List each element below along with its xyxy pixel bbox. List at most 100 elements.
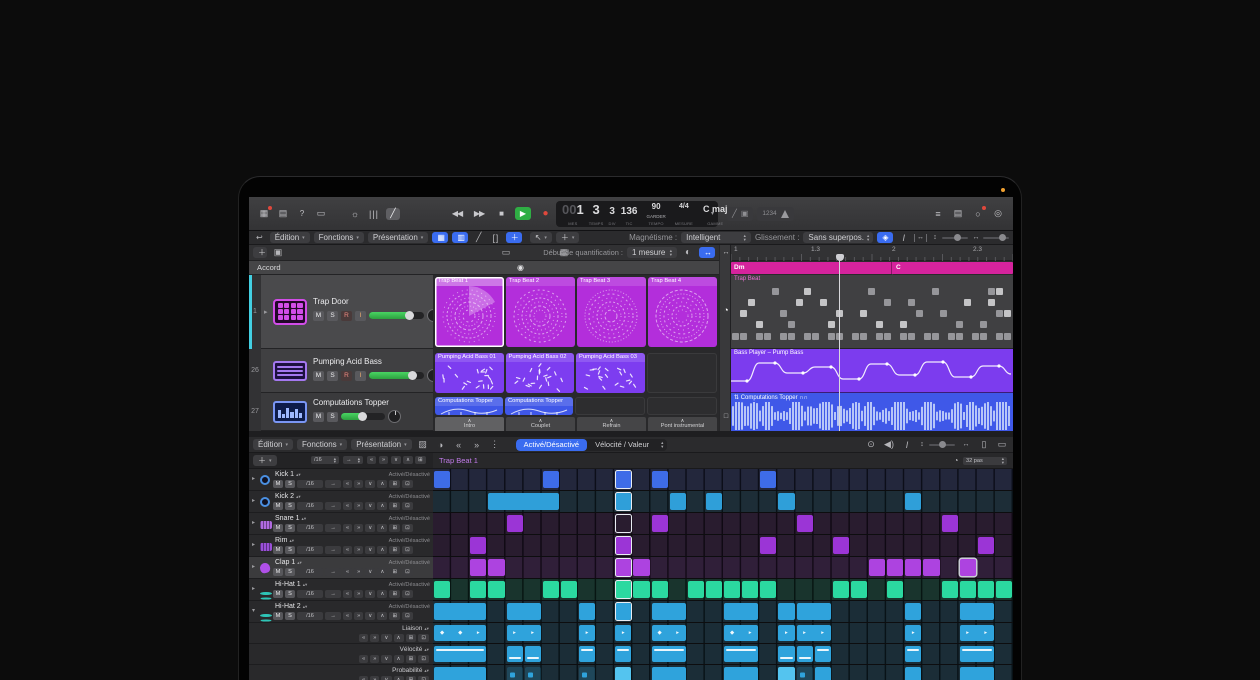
seq-track-header-kick-1[interactable]: ▸Kick 1▴▾Activé/DésactivéMS/16→«»∨∧⊞⊡ (249, 469, 433, 491)
row-division-select[interactable]: /16 (297, 590, 323, 598)
solo-button[interactable]: S (327, 371, 338, 381)
solo-button[interactable]: S (285, 524, 295, 532)
step-cell[interactable] (724, 603, 758, 620)
row-random-button[interactable]: ⊞ (389, 568, 400, 576)
step-cell[interactable] (815, 646, 831, 662)
volume-slider[interactable] (341, 413, 385, 420)
pencil-icon[interactable]: ╱ (472, 232, 485, 243)
row-playmode-select[interactable]: → (325, 524, 341, 532)
seq-track-header-snare-1[interactable]: ▸Snare 1▴▾Activé/DésactivéMS/16→«»∨∧⊞⊡ (249, 513, 433, 535)
link-icon[interactable]: ▯ (977, 439, 991, 450)
step-cell[interactable] (706, 493, 722, 510)
vertical-zoom-slider[interactable]: ↕ (931, 232, 968, 243)
chevron-icon[interactable]: ▴▾ (303, 604, 308, 609)
step-cell[interactable] (851, 581, 867, 598)
random-button[interactable]: ⊞ (415, 456, 426, 464)
playhead[interactable] (839, 254, 840, 431)
loops-view-button[interactable]: ▥ (452, 232, 468, 243)
secondary-tool-menu[interactable]: ＋▾ (556, 232, 580, 243)
bar-ruler[interactable]: 1 1.3 2 2.3 (731, 245, 1013, 261)
row-playmode-select[interactable]: → (325, 590, 341, 598)
row-increment-button[interactable]: ∧ (377, 480, 387, 488)
chevron-down-icon[interactable]: ▾ (711, 210, 714, 217)
step-cell[interactable] (615, 646, 631, 662)
step-cell[interactable] (561, 581, 577, 598)
step-cell[interactable] (797, 603, 831, 620)
loop-cell[interactable]: Pumping Acid Bass 01 (435, 353, 504, 393)
track-header-trap-door[interactable]: ▸ Trap Door M S R I (261, 275, 433, 349)
step-cell[interactable] (778, 667, 794, 680)
row-increment-button[interactable]: ∧ (377, 568, 387, 576)
lane-rotate-right-button[interactable]: » (370, 655, 379, 663)
lane-increment-button[interactable]: ∧ (394, 676, 404, 680)
step-cell[interactable] (905, 603, 921, 620)
row-division-select[interactable]: /16 (297, 612, 323, 620)
row-rotate-left-button[interactable]: « (343, 502, 352, 510)
empty-cell-slot[interactable] (575, 397, 645, 415)
division-select[interactable]: /16▴▾ (311, 456, 339, 464)
row-clear-button[interactable]: ⊡ (402, 524, 413, 532)
step-cell[interactable] (434, 667, 486, 680)
mute-button[interactable]: M (273, 524, 283, 532)
mute-button[interactable]: M (273, 590, 283, 598)
lane-increment-button[interactable]: ∧ (394, 634, 404, 642)
scene-trigger[interactable]: ∧Intro (435, 417, 504, 431)
step-cell[interactable] (996, 581, 1012, 598)
rotate-left-icon[interactable]: « (452, 439, 466, 450)
lcd-display[interactable]: 001 MES 3 TEMPS 3 DIV 136 TIC 90 GARDE (556, 201, 718, 227)
row-random-button[interactable]: ⊞ (389, 524, 400, 532)
loop-cell[interactable]: Computations Topper (505, 397, 573, 415)
marquee-icon[interactable]: [ ] (489, 232, 502, 243)
duplicate-icon[interactable]: ▣ (271, 247, 285, 258)
step-cell[interactable] (960, 581, 976, 598)
lane-random-button[interactable]: ⊞ (406, 634, 417, 642)
step-cell[interactable] (760, 537, 776, 554)
mode-on-off-tab[interactable]: Activé/Désactivé (516, 439, 587, 451)
mute-button[interactable]: M (273, 612, 283, 620)
step-cell[interactable] (942, 515, 958, 532)
row-random-button[interactable]: ⊞ (389, 590, 400, 598)
row-rotate-left-button[interactable]: « (343, 612, 352, 620)
step-cell[interactable] (507, 515, 523, 532)
quick-help-display-icon[interactable]: ▦ (257, 208, 271, 220)
step-cell[interactable] (470, 559, 486, 576)
record-enable-button[interactable]: R (341, 371, 352, 381)
row-random-button[interactable]: ⊞ (389, 502, 400, 510)
step-cell[interactable] (887, 559, 903, 576)
row-rotate-right-button[interactable]: » (354, 568, 363, 576)
record-enable-button[interactable]: R (341, 311, 352, 321)
row-increment-button[interactable]: ∧ (377, 612, 387, 620)
step-cell[interactable] (905, 667, 921, 680)
forward-button[interactable]: ▶▶ (471, 207, 487, 220)
step-cell[interactable] (470, 581, 486, 598)
pointer-tool-menu[interactable]: ↖▾ (530, 232, 552, 243)
stop-button[interactable]: ■ (493, 207, 509, 220)
row-playmode-select[interactable]: → (325, 502, 341, 510)
row-rotate-left-button[interactable]: « (343, 546, 352, 554)
seq-edit-menu[interactable]: Édition▾ (253, 439, 293, 450)
loop-cell[interactable]: Computations Topper (435, 397, 503, 415)
scene-trigger[interactable]: ∧Pont instrumental (648, 417, 717, 431)
region-computations-topper[interactable]: ⇅ Computations Topper ∩∩ (731, 393, 1013, 431)
step-cell[interactable] (815, 667, 831, 680)
chevron-icon[interactable]: ▴▾ (296, 472, 301, 477)
step-cell[interactable] (833, 581, 849, 598)
solo-button[interactable]: S (327, 311, 338, 321)
row-random-button[interactable]: ⊞ (389, 546, 400, 554)
legato-icon[interactable]: ◑ (434, 439, 448, 450)
magnetism-select[interactable]: Intelligent▴▾ (681, 232, 751, 243)
back-icon[interactable]: ↩ (253, 232, 266, 243)
metronome-icon[interactable] (781, 210, 789, 218)
row-rotate-right-button[interactable]: » (354, 502, 363, 510)
step-cell[interactable] (652, 603, 686, 620)
row-division-select[interactable]: /16 (297, 568, 323, 576)
rotate-right-icon[interactable]: » (470, 439, 484, 450)
lane-decrement-button[interactable]: ∨ (381, 676, 391, 680)
chord-region-dm[interactable]: Dm (734, 264, 744, 271)
step-cell[interactable] (579, 646, 595, 662)
step-cell[interactable] (905, 559, 921, 576)
loop-cell[interactable]: Trap Beat 2 (506, 277, 575, 347)
contrast-icon[interactable]: ◐ (681, 247, 695, 258)
step-cell[interactable] (960, 667, 994, 680)
disclosure-icon[interactable]: ▸ (264, 308, 268, 316)
